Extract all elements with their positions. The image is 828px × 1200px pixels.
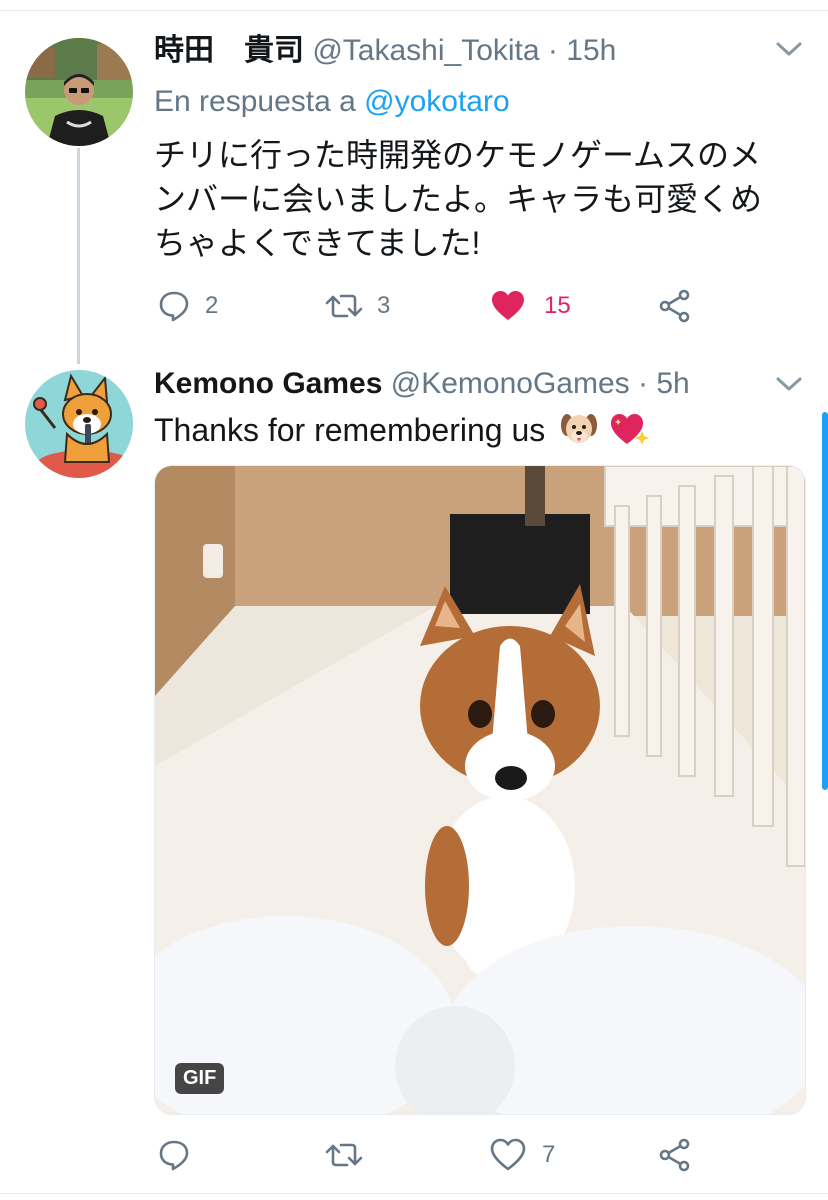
separator-dot: · <box>637 367 648 400</box>
avatar-photo <box>25 38 133 146</box>
tweet2-text: Thanks for remembering us <box>154 408 650 458</box>
tweet-text-line: ンバーに会いましたよ。キャラも可愛くめ <box>154 181 763 217</box>
tweet-text-line: ちゃよくできてました! <box>154 225 481 261</box>
retweet-icon <box>325 294 363 318</box>
tweet-text: Thanks for remembering us <box>154 412 546 448</box>
retweet-button[interactable] <box>325 1135 377 1175</box>
heart-icon <box>492 291 524 320</box>
bottom-divider <box>0 1193 828 1194</box>
chevron-down-icon[interactable] <box>775 373 803 399</box>
chevron-down-icon[interactable] <box>775 38 803 64</box>
share-icon <box>659 289 690 323</box>
corgi-gif-frame <box>155 466 805 1114</box>
share-button[interactable] <box>658 1135 692 1175</box>
retweet-count: 3 <box>377 292 391 319</box>
reply-context: En respuesta a @yokotaro <box>154 84 510 120</box>
reply-count: 2 <box>205 292 219 319</box>
reply-icon <box>159 291 189 322</box>
gif-badge: GIF <box>175 1063 225 1094</box>
reply-button[interactable]: 2 <box>157 286 218 326</box>
separator-dot: · <box>547 34 558 67</box>
tweet1-text: チリに行った時開発のケモノゲームスのメ ンバーに会いましたよ。キャラも可愛くめ … <box>154 133 762 265</box>
avatar-kemono-games[interactable] <box>25 370 133 478</box>
corgi-mascot-logo <box>25 370 133 478</box>
gif-media[interactable]: GIF <box>154 465 806 1115</box>
reply-button[interactable] <box>157 1135 205 1175</box>
dog-face-emoji <box>560 411 598 458</box>
reply-icon <box>159 1140 189 1171</box>
reply-prefix: En respuesta a <box>154 85 356 118</box>
retweet-icon <box>325 1143 363 1167</box>
avatar-takashi-tokita[interactable] <box>25 38 133 146</box>
display-name[interactable]: 時田 貴司 <box>154 34 304 67</box>
sparkling-heart-emoji <box>609 411 650 458</box>
display-name[interactable]: Kemono Games <box>154 367 382 400</box>
top-divider <box>0 10 828 11</box>
tweet2-header: Kemono Games @KemonoGames · 5h <box>154 366 690 402</box>
user-handle[interactable]: @KemonoGames <box>391 367 630 400</box>
thread-connector-line <box>77 148 80 364</box>
like-count: 15 <box>544 292 571 319</box>
heart-icon <box>490 1138 526 1171</box>
share-icon <box>659 1138 690 1172</box>
retweet-button[interactable]: 3 <box>325 286 390 326</box>
tweet-timestamp[interactable]: 15h <box>566 34 616 67</box>
tweet-text-line: チリに行った時開発のケモノゲームスのメ <box>154 137 762 173</box>
tweet-timestamp[interactable]: 5h <box>656 367 689 400</box>
share-button[interactable] <box>658 286 692 326</box>
user-handle[interactable]: @Takashi_Tokita <box>312 34 539 67</box>
like-button[interactable]: 7 <box>490 1135 555 1175</box>
tweet1-header: 時田 貴司 @Takashi_Tokita · 15h <box>154 33 616 69</box>
like-button[interactable]: 15 <box>490 286 571 326</box>
scrollbar[interactable] <box>822 412 828 790</box>
reply-mention-link[interactable]: @yokotaro <box>364 85 510 118</box>
like-count: 7 <box>542 1141 556 1168</box>
